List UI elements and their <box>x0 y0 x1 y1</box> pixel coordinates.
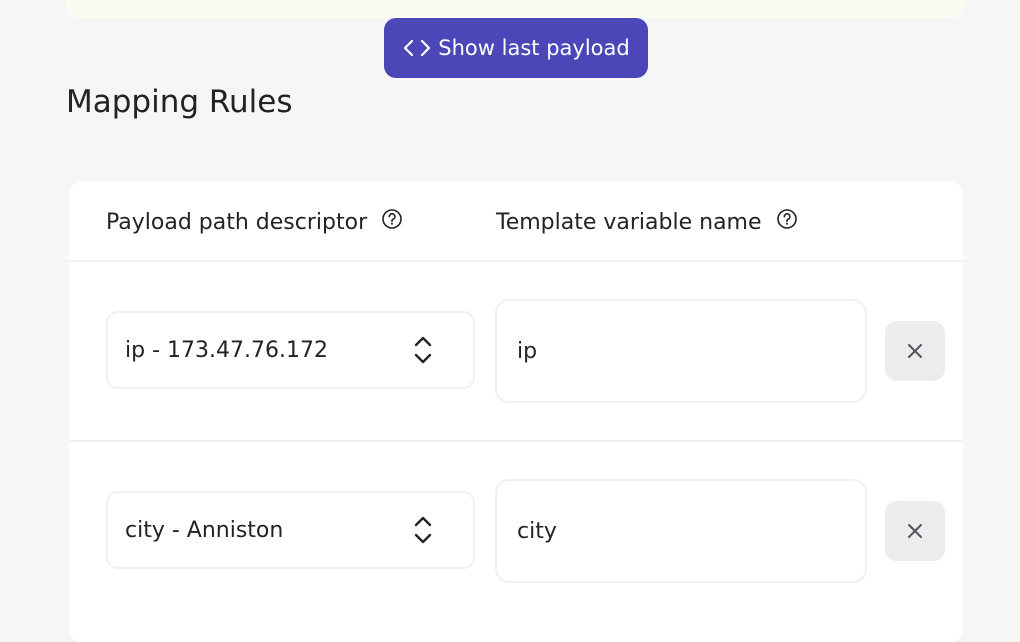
chevron-down-icon <box>414 533 432 544</box>
previous-panel <box>66 0 965 18</box>
mapping-rules-table: Payload path descriptor Template variabl… <box>69 182 963 642</box>
remove-rule-button[interactable] <box>885 501 945 561</box>
remove-rule-button[interactable] <box>885 321 945 381</box>
payload-path-select[interactable]: city - Anniston <box>106 491 475 569</box>
show-last-payload-button[interactable]: Show last payload <box>384 18 648 78</box>
chevron-up-icon <box>414 336 432 347</box>
payload-path-value: city - Anniston <box>125 517 284 543</box>
row-divider <box>69 440 963 442</box>
help-circle-icon[interactable] <box>381 208 403 230</box>
code-icon <box>402 38 432 58</box>
header-divider <box>69 260 963 262</box>
chevron-down-icon <box>414 353 432 364</box>
section-title: Mapping Rules <box>66 84 293 120</box>
template-variable-input[interactable] <box>495 479 867 583</box>
close-icon <box>908 524 922 538</box>
column-header-variable: Template variable name <box>496 204 798 240</box>
payload-path-value: ip - 173.47.76.172 <box>125 337 328 363</box>
select-chevrons <box>413 515 433 545</box>
show-last-payload-label: Show last payload <box>438 36 630 60</box>
template-variable-input[interactable] <box>495 299 867 403</box>
column-header-variable-label: Template variable name <box>496 209 762 235</box>
payload-path-select[interactable]: ip - 173.47.76.172 <box>106 311 475 389</box>
chevron-up-icon <box>414 516 432 527</box>
column-header-path-label: Payload path descriptor <box>106 209 368 235</box>
column-header-path: Payload path descriptor <box>106 204 403 240</box>
close-icon <box>908 344 922 358</box>
help-circle-icon[interactable] <box>776 208 798 230</box>
select-chevrons <box>413 335 433 365</box>
